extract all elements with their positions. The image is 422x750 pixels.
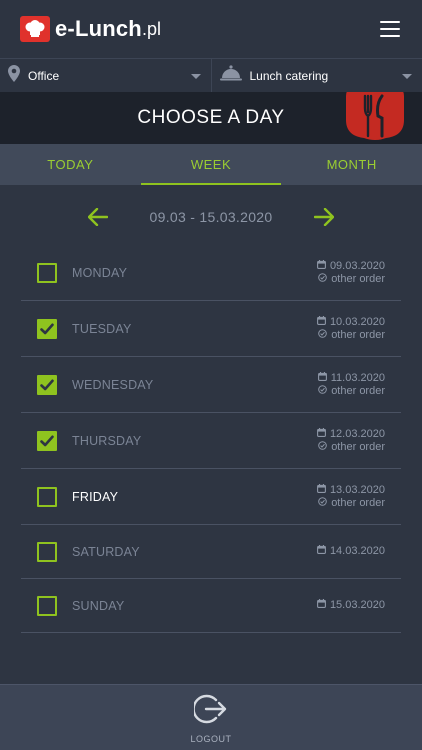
check-circle-icon xyxy=(318,272,331,286)
tab-month[interactable]: MONTH xyxy=(281,144,422,185)
brand-logo: e-Lunch .pl xyxy=(20,16,161,42)
day-note-line: other order xyxy=(317,273,385,286)
day-date-line: 12.03.2020 xyxy=(316,427,385,441)
hamburger-menu-icon[interactable] xyxy=(380,21,400,37)
logout-icon xyxy=(192,692,228,731)
day-info: 14.03.2020 xyxy=(316,545,385,558)
chevron-down-icon xyxy=(190,73,201,79)
calendar-icon xyxy=(316,483,330,497)
location-value: Office xyxy=(28,68,60,83)
calendar-icon xyxy=(316,545,330,558)
day-note: other order xyxy=(331,328,385,341)
day-row[interactable]: MONDAY 09.03.2020 other order xyxy=(21,245,401,301)
day-date: 12.03.2020 xyxy=(329,427,385,440)
day-name: MONDAY xyxy=(72,265,128,280)
cloche-icon xyxy=(219,64,242,87)
cutlery-decoration-icon xyxy=(346,92,404,144)
check-circle-icon xyxy=(318,384,331,398)
day-name: TUESDAY xyxy=(72,321,132,336)
day-row[interactable]: FRIDAY 13.03.2020 other order xyxy=(21,469,401,525)
day-date: 13.03.2020 xyxy=(329,483,385,496)
arrow-left-icon[interactable] xyxy=(86,205,110,229)
day-date: 14.03.2020 xyxy=(329,545,385,557)
day-name: SUNDAY xyxy=(72,598,125,613)
tab-week-label: WEEK xyxy=(190,157,232,172)
day-note: other order xyxy=(331,384,385,397)
app-footer: LOGOUT xyxy=(0,684,422,750)
arrow-right-icon[interactable] xyxy=(312,205,336,229)
calendar-icon xyxy=(316,427,330,441)
day-row[interactable]: THURSDAY 12.03.2020 other order xyxy=(21,413,401,469)
day-date: 15.03.2020 xyxy=(329,599,385,611)
day-note: other order xyxy=(331,440,385,453)
view-tabs: TODAY WEEK MONTH xyxy=(0,144,422,185)
day-date-line: 14.03.2020 xyxy=(316,545,385,558)
day-date-line: 09.03.2020 xyxy=(316,259,385,273)
day-name: THURSDAY xyxy=(72,433,142,448)
day-info: 11.03.2020 other order xyxy=(317,371,385,398)
app-root: e-Lunch .pl Office Lunch catering CHOOSE… xyxy=(0,0,422,750)
day-checkbox[interactable] xyxy=(37,430,57,451)
day-info: 10.03.2020 other order xyxy=(316,315,385,342)
day-date-line: 13.03.2020 xyxy=(316,483,385,497)
day-date: 10.03.2020 xyxy=(329,315,385,328)
calendar-icon xyxy=(317,371,331,385)
day-name: SATURDAY xyxy=(72,544,140,559)
page-title: CHOOSE A DAY xyxy=(137,107,285,128)
logout-button[interactable]: LOGOUT xyxy=(190,692,231,744)
day-note-line: other order xyxy=(317,329,385,342)
day-info: 09.03.2020 other order xyxy=(316,259,385,286)
location-select[interactable]: Office xyxy=(0,59,211,92)
day-row[interactable]: SUNDAY 15.03.2020 xyxy=(21,579,401,633)
day-date-line: 15.03.2020 xyxy=(316,599,385,612)
day-checkbox[interactable] xyxy=(37,262,57,283)
tab-month-label: MONTH xyxy=(326,157,377,172)
map-pin-icon xyxy=(8,64,20,87)
calendar-icon xyxy=(316,315,330,329)
week-range: 09.03 - 15.03.2020 xyxy=(149,209,273,225)
logout-label: LOGOUT xyxy=(190,733,232,744)
page-banner: CHOOSE A DAY xyxy=(0,92,422,144)
catering-value: Lunch catering xyxy=(249,68,329,83)
calendar-icon xyxy=(316,599,330,612)
check-circle-icon xyxy=(318,440,331,454)
day-checkbox[interactable] xyxy=(37,595,57,616)
day-row[interactable]: SATURDAY 14.03.2020 xyxy=(21,525,401,579)
tab-week[interactable]: WEEK xyxy=(140,144,282,185)
day-checkbox[interactable] xyxy=(37,541,57,562)
calendar-icon xyxy=(316,259,330,273)
brand-name: e-Lunch xyxy=(55,16,142,41)
app-header: e-Lunch .pl xyxy=(0,0,422,58)
tab-today-label: TODAY xyxy=(47,157,94,172)
day-note-line: other order xyxy=(317,441,385,454)
chef-hat-icon xyxy=(20,16,50,42)
day-row[interactable]: TUESDAY 10.03.2020 other order xyxy=(21,301,401,357)
tab-today[interactable]: TODAY xyxy=(0,144,141,185)
day-date-line: 11.03.2020 xyxy=(317,371,385,385)
day-date: 09.03.2020 xyxy=(329,259,385,272)
day-checkbox[interactable] xyxy=(37,486,57,507)
brand-tld: .pl xyxy=(141,18,161,39)
day-note: other order xyxy=(331,496,385,509)
selectors-row: Office Lunch catering xyxy=(0,58,422,92)
day-name: WEDNESDAY xyxy=(72,377,154,392)
day-info: 13.03.2020 other order xyxy=(316,483,385,510)
check-circle-icon xyxy=(318,328,331,342)
day-info: 12.03.2020 other order xyxy=(316,427,385,454)
day-row[interactable]: WEDNESDAY 11.03.2020 other order xyxy=(21,357,401,413)
check-circle-icon xyxy=(318,496,331,510)
day-date-line: 10.03.2020 xyxy=(316,315,385,329)
day-name: FRIDAY xyxy=(72,489,119,504)
chevron-down-icon xyxy=(402,73,412,79)
day-date: 11.03.2020 xyxy=(330,371,385,384)
week-navigator: 09.03 - 15.03.2020 xyxy=(0,200,422,234)
day-note: other order xyxy=(331,272,385,285)
day-checkbox[interactable] xyxy=(37,374,57,395)
day-checkbox[interactable] xyxy=(37,318,57,339)
day-note-line: other order xyxy=(318,385,385,398)
day-note-line: other order xyxy=(317,497,385,510)
day-info: 15.03.2020 xyxy=(316,599,385,612)
day-list: MONDAY 09.03.2020 other order TUESDAY 10.03.… xyxy=(21,245,401,633)
catering-select[interactable]: Lunch catering xyxy=(210,59,422,92)
